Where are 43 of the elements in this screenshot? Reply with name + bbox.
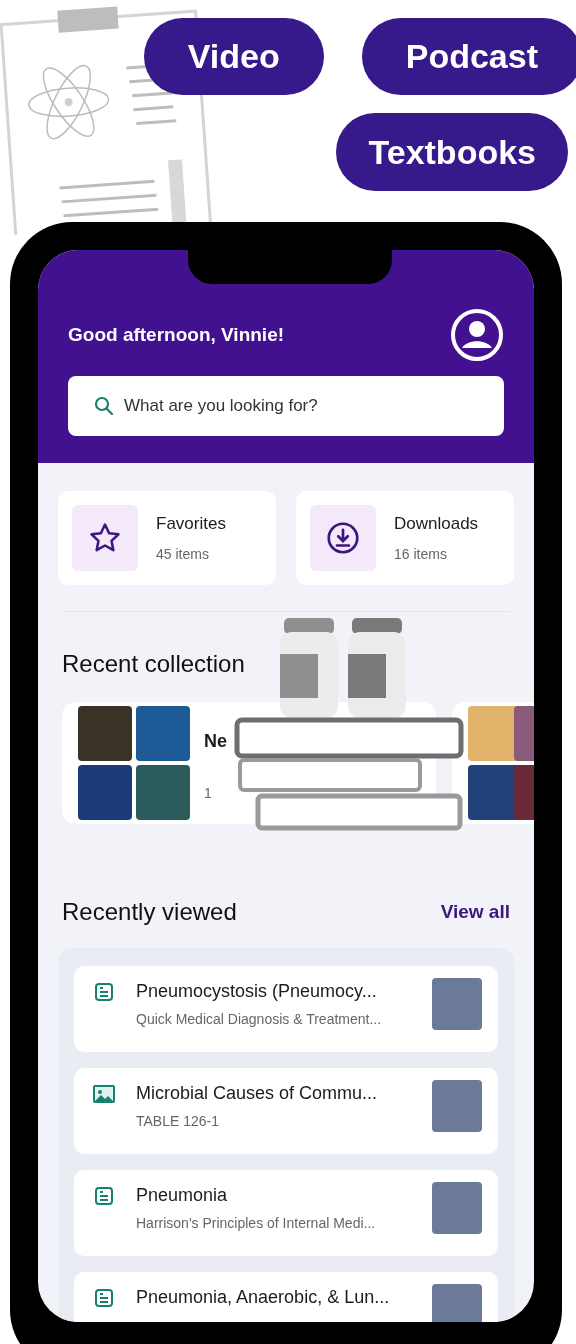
document-icon bbox=[94, 1186, 114, 1206]
document-icon bbox=[94, 1288, 114, 1308]
recent-item[interactable]: Pneumonia, Anaerobic, & Lun... bbox=[74, 1272, 498, 1322]
shortcut-title: Favorites bbox=[156, 512, 226, 535]
item-title: Pneumocystosis (Pneumocy... bbox=[136, 980, 378, 1003]
book-cover bbox=[432, 1182, 482, 1234]
download-icon bbox=[325, 520, 361, 556]
recent-item[interactable]: Pneumocystosis (Pneumocy... Quick Medical Diagnosis & Treatment... bbox=[74, 966, 498, 1052]
collection-title: Ne bbox=[204, 730, 227, 753]
star-icon bbox=[88, 521, 122, 555]
profile-icon[interactable] bbox=[450, 308, 504, 362]
shortcut-title: Downloads bbox=[394, 512, 479, 535]
book-cover bbox=[136, 706, 190, 761]
item-count: 16 items bbox=[394, 545, 448, 565]
category-pill[interactable]: Video bbox=[143, 18, 324, 95]
item-source: Harrison's Principles of Internal Medi... bbox=[136, 1214, 377, 1233]
item-title: Pneumonia, Anaerobic, & Lun... bbox=[136, 1286, 391, 1309]
category-pill[interactable]: Podcast bbox=[361, 18, 576, 95]
item-count: 45 items bbox=[156, 545, 210, 565]
book-cover bbox=[136, 765, 190, 820]
shortcut-card[interactable]: Favorites 45 items bbox=[58, 491, 276, 585]
book-cover bbox=[432, 978, 482, 1030]
book-cover bbox=[78, 765, 132, 820]
greeting: Good afternoon, Vinnie! bbox=[68, 322, 285, 347]
collection-count: 1 bbox=[204, 784, 213, 803]
document-icon bbox=[94, 982, 114, 1002]
item-source: Quick Medical Diagnosis & Treatment... bbox=[136, 1010, 383, 1029]
recent-item[interactable]: Microbial Causes of Commu... TABLE 126-1 bbox=[74, 1068, 498, 1154]
recent-item[interactable]: Pneumonia Harrison's Principles of Internal Medi... bbox=[74, 1170, 498, 1256]
section-title: Recent collection bbox=[61, 649, 246, 679]
category-pill[interactable]: Textbooks bbox=[336, 113, 568, 191]
book-cover bbox=[432, 1080, 482, 1132]
item-source: TABLE 126-1 bbox=[136, 1112, 220, 1131]
section-title: Recently viewed bbox=[62, 897, 237, 927]
book-cover bbox=[78, 706, 132, 761]
book-cover bbox=[432, 1284, 482, 1322]
item-title: Pneumonia bbox=[136, 1184, 229, 1207]
image-icon bbox=[92, 1084, 116, 1104]
view-all-link[interactable]: View all bbox=[440, 897, 510, 927]
item-title: Microbial Causes of Commu... bbox=[136, 1082, 379, 1105]
search-field[interactable]: What are you looking for? bbox=[68, 376, 504, 436]
shortcut-card[interactable]: Downloads 16 items bbox=[296, 491, 514, 585]
search-icon bbox=[94, 396, 114, 416]
